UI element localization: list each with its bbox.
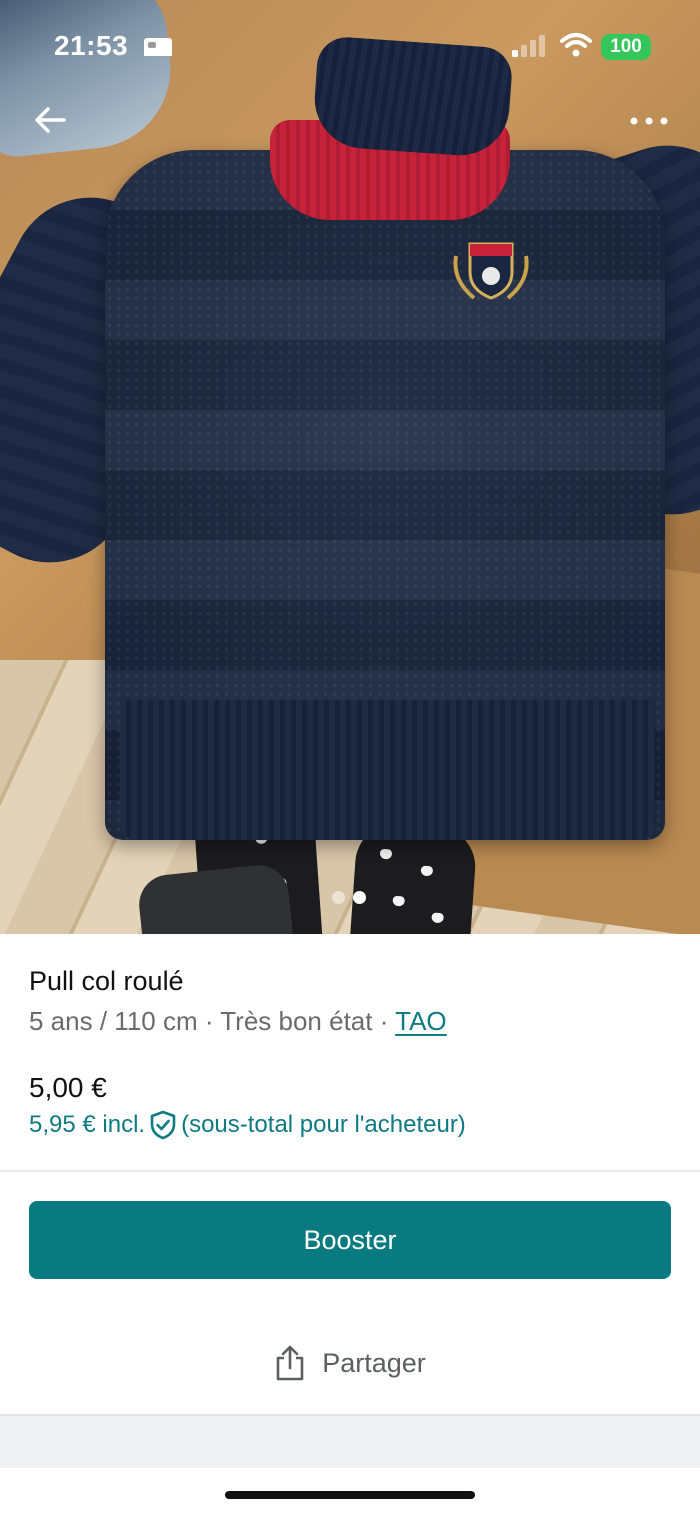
status-time: 21:53 <box>54 30 129 61</box>
price-incl: 5,95 € incl. <box>29 1111 146 1138</box>
sweater-emblem <box>453 242 529 300</box>
share-icon <box>276 1345 304 1381</box>
meta-separator: · <box>197 1006 221 1036</box>
wifi-icon <box>560 33 592 57</box>
battery-indicator: 100 <box>601 34 651 60</box>
photo-pager[interactable] <box>332 891 366 904</box>
pager-dot-2[interactable] <box>353 891 366 904</box>
buyer-price-info[interactable]: 5,95 € incl. (sous-total pour l'acheteur… <box>29 1110 466 1140</box>
boost-button[interactable]: Booster <box>29 1201 671 1279</box>
sweater-hem <box>120 700 655 840</box>
section-divider <box>0 1170 700 1172</box>
item-condition: Très bon état <box>220 1006 373 1036</box>
more-horizontal-icon[interactable] <box>628 108 672 134</box>
shield-check-icon <box>150 1110 176 1140</box>
home-indicator[interactable] <box>225 1491 475 1499</box>
item-price: 5,00 € <box>29 1072 107 1103</box>
share-label: Partager <box>322 1347 426 1378</box>
sweater-collar-navy <box>311 35 514 159</box>
cellular-signal-icon <box>512 35 545 57</box>
item-meta: 5 ans / 110 cm · Très bon état · TAO <box>29 1006 447 1037</box>
item-title: Pull col roulé <box>29 966 184 996</box>
pager-dot-1[interactable] <box>332 891 345 904</box>
photo-clothes-pile <box>0 0 179 160</box>
share-button[interactable]: Partager <box>0 1330 700 1396</box>
product-photo[interactable]: 21:53 100 <box>0 0 700 934</box>
meta-separator: · <box>372 1006 396 1036</box>
item-brand-link[interactable]: TAO <box>395 1006 447 1036</box>
price-note: (sous-total pour l'acheteur) <box>181 1111 466 1138</box>
bottom-spacer <box>0 1414 700 1468</box>
arrow-left-icon[interactable] <box>30 100 70 140</box>
sleep-mode-icon <box>144 38 172 56</box>
item-size: 5 ans / 110 cm <box>29 1006 198 1036</box>
